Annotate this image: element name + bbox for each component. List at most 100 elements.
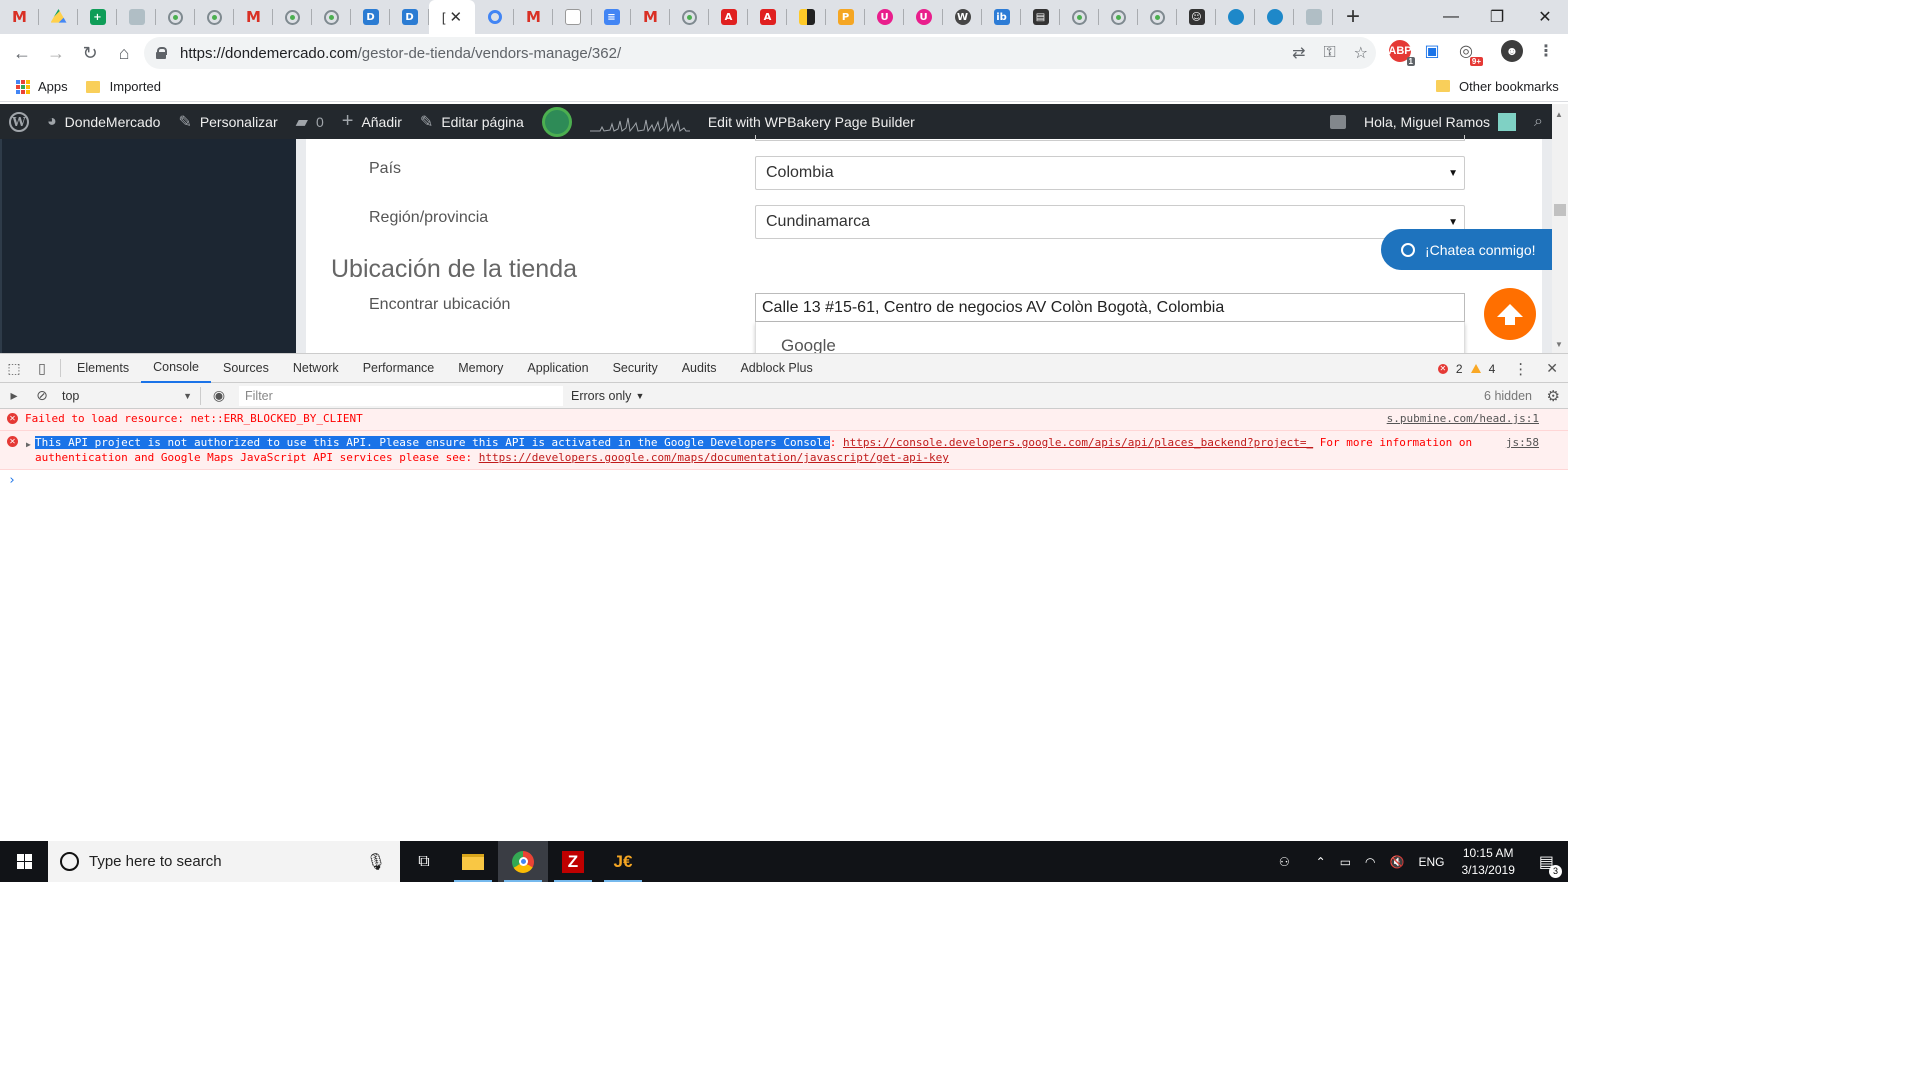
whatsapp-chat-button[interactable]: ¡Chatea conmigo! <box>1381 229 1552 270</box>
start-button[interactable] <box>0 841 48 882</box>
translate-icon[interactable]: ⇄ <box>1292 43 1305 63</box>
warning-count[interactable]: 4 <box>1489 362 1496 376</box>
browser-tab[interactable]: M <box>0 0 39 34</box>
browser-tab[interactable]: ib <box>982 0 1021 34</box>
live-expression-eye-icon[interactable]: ◉ <box>205 381 233 410</box>
browser-tab[interactable] <box>195 0 234 34</box>
notification-extension-icon[interactable]: ◎ 9+ <box>1455 40 1483 66</box>
wp-logo-menu[interactable]: W <box>0 104 38 139</box>
star-icon[interactable]: ☆ <box>1354 43 1368 63</box>
devtools-tab-performance[interactable]: Performance <box>351 354 447 383</box>
minimize-button[interactable]: — <box>1428 0 1474 34</box>
back-button[interactable]: ← <box>6 37 38 69</box>
forward-button[interactable]: → <box>40 37 72 69</box>
taskbar-jedit[interactable]: J€ <box>598 841 648 882</box>
home-button[interactable]: ⌂ <box>108 37 140 69</box>
clock[interactable]: 10:15 AM 3/13/2019 <box>1451 845 1524 879</box>
browser-tab[interactable] <box>1099 0 1138 34</box>
wifi-icon[interactable]: ◠ <box>1358 855 1382 869</box>
maximize-button[interactable]: ❐ <box>1474 0 1520 34</box>
device-toolbar-icon[interactable]: ▯ <box>28 354 56 383</box>
wp-customize[interactable]: ✎ Personalizar <box>169 104 286 139</box>
docs-link[interactable]: https://developers.google.com/maps/docum… <box>479 451 949 464</box>
browser-tab[interactable] <box>1138 0 1177 34</box>
devtools-tab-security[interactable]: Security <box>601 354 670 383</box>
taskbar-filezilla[interactable]: Z <box>548 841 598 882</box>
devtools-tab-memory[interactable]: Memory <box>446 354 515 383</box>
devtools-tab-network[interactable]: Network <box>281 354 351 383</box>
browser-tab[interactable]: ▤ <box>1021 0 1060 34</box>
browser-tab[interactable]: W <box>943 0 982 34</box>
bookmark-other[interactable]: Other bookmarks <box>1459 79 1559 94</box>
console-link[interactable]: https://console.developers.google.com/ap… <box>843 436 1313 449</box>
bookmark-imported[interactable]: Imported <box>110 79 161 94</box>
message-source-link[interactable]: s.pubmine.com/head.js:1 <box>1387 412 1539 425</box>
browser-tab[interactable] <box>273 0 312 34</box>
new-tab-button[interactable]: + <box>1333 0 1373 34</box>
devtools-menu-icon[interactable]: ⋮ <box>1513 360 1528 378</box>
log-levels-dropdown[interactable]: Errors only ▼ <box>571 389 644 403</box>
browser-tab[interactable]: U <box>904 0 943 34</box>
volume-muted-icon[interactable]: 🔇 <box>1383 855 1412 869</box>
close-devtools-icon[interactable]: ✕ <box>1546 360 1558 377</box>
inspect-element-icon[interactable]: ⬚ <box>0 354 28 383</box>
browser-tab[interactable]: M <box>514 0 553 34</box>
taskbar-search[interactable]: Type here to search 🎙 <box>48 841 400 882</box>
screenshot-extension-icon[interactable]: ▣ <box>1421 40 1443 62</box>
wp-add-new[interactable]: + Añadir <box>333 104 411 139</box>
console-filter-input[interactable]: Filter <box>239 385 563 406</box>
devtools-tab-application[interactable]: Application <box>515 354 600 383</box>
devtools-tab-adblock-plus[interactable]: Adblock Plus <box>728 354 824 383</box>
console-error-message[interactable]: ✕ ▶ This API project is not authorized t… <box>0 431 1568 470</box>
key-icon[interactable]: ⚿ <box>1323 44 1335 62</box>
browser-tab[interactable] <box>787 0 826 34</box>
browser-tab[interactable] <box>156 0 195 34</box>
console-prompt[interactable]: › <box>0 470 1568 488</box>
menu-kebab-icon[interactable]: ⋮ <box>1535 40 1557 62</box>
browser-tab[interactable]: A <box>709 0 748 34</box>
browser-tab[interactable] <box>553 0 592 34</box>
action-center-button[interactable]: ▤ 3 <box>1525 852 1568 878</box>
wp-comments[interactable]: ▰ 0 <box>287 104 333 139</box>
browser-tab[interactable]: D <box>351 0 390 34</box>
tab-active[interactable]: [ ✕ <box>429 0 475 34</box>
browser-tab[interactable]: M <box>631 0 670 34</box>
task-view-button[interactable]: ⧉ <box>400 841 448 882</box>
devtools-tab-console[interactable]: Console <box>141 354 211 383</box>
country-select[interactable]: Colombia ▼ <box>755 156 1465 190</box>
wp-notifications[interactable] <box>1321 104 1355 139</box>
browser-tab[interactable] <box>1255 0 1294 34</box>
clear-console-icon[interactable]: ⊘ <box>28 381 56 410</box>
browser-tab[interactable] <box>1216 0 1255 34</box>
wp-site-menu[interactable]: ◕ DondeMercado <box>38 104 169 139</box>
wp-search[interactable]: ⌕ <box>1525 104 1552 139</box>
show-sidebar-icon[interactable]: ▸ <box>0 381 28 410</box>
bookmark-apps[interactable]: Apps <box>38 79 68 94</box>
wp-seo-menu[interactable] <box>533 104 581 139</box>
scroll-up-icon[interactable]: ▲ <box>1555 110 1563 119</box>
browser-tab[interactable] <box>117 0 156 34</box>
apps-icon[interactable] <box>16 79 30 94</box>
browser-tab[interactable] <box>39 0 78 34</box>
close-tab-icon[interactable]: ✕ <box>450 8 463 26</box>
console-error-message[interactable]: ✕ Failed to load resource: net::ERR_BLOC… <box>0 409 1568 431</box>
wp-account-menu[interactable]: Hola, Miguel Ramos <box>1355 104 1525 139</box>
browser-tab[interactable] <box>1294 0 1333 34</box>
microphone-icon[interactable]: 🎙 <box>366 852 386 872</box>
wp-stats[interactable] <box>581 104 699 139</box>
wp-edit-page[interactable]: ✎ Editar página <box>411 104 533 139</box>
browser-tab[interactable]: A <box>748 0 787 34</box>
error-count[interactable]: 2 <box>1456 362 1463 376</box>
browser-tab[interactable] <box>670 0 709 34</box>
devtools-tab-sources[interactable]: Sources <box>211 354 281 383</box>
adblock-extension-icon[interactable]: ABP 1 <box>1388 40 1415 66</box>
browser-tab[interactable]: ☺ <box>1177 0 1216 34</box>
browser-tab[interactable]: D <box>390 0 429 34</box>
devtools-tab-elements[interactable]: Elements <box>65 354 141 383</box>
browser-tab[interactable] <box>312 0 351 34</box>
browser-tab[interactable]: P <box>826 0 865 34</box>
context-select[interactable]: top ▼ <box>56 386 196 406</box>
scroll-down-icon[interactable]: ▼ <box>1555 340 1563 349</box>
region-select[interactable]: Cundinamarca ▼ <box>755 205 1465 239</box>
browser-tab[interactable] <box>475 0 514 34</box>
